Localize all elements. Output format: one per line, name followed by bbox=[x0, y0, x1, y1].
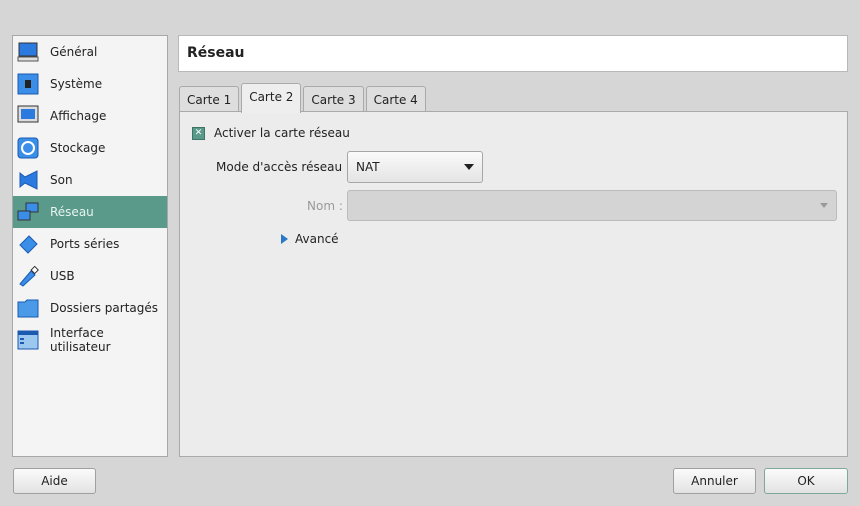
advanced-label: Avancé bbox=[295, 232, 339, 246]
mode-select[interactable]: NAT bbox=[347, 151, 483, 183]
sidebar-item-chip[interactable]: Système bbox=[13, 68, 167, 100]
sidebar-item-display[interactable]: Affichage bbox=[13, 100, 167, 132]
usb-icon bbox=[17, 265, 39, 287]
sidebar-item-monitor[interactable]: Général bbox=[13, 36, 167, 68]
cancel-button[interactable]: Annuler bbox=[673, 468, 756, 494]
sidebar-item-label: Son bbox=[50, 173, 73, 187]
speaker-icon bbox=[17, 169, 39, 191]
display-icon bbox=[17, 105, 39, 127]
window-icon bbox=[17, 329, 39, 351]
enable-adapter-label[interactable]: Activer la carte réseau bbox=[214, 126, 350, 140]
monitor-icon bbox=[17, 41, 39, 63]
tab-carte-2[interactable]: Carte 2 bbox=[241, 83, 302, 113]
sidebar-item-label: Interface utilisateur bbox=[50, 326, 111, 354]
sidebar-item-label: Ports séries bbox=[50, 237, 120, 251]
page-title: Réseau bbox=[178, 35, 848, 72]
sidebar-item-label: Stockage bbox=[50, 141, 106, 155]
sidebar-item-disk[interactable]: Stockage bbox=[13, 132, 167, 164]
adapter-tabs: Carte 1 Carte 2 Carte 3 Carte 4 bbox=[179, 83, 428, 113]
serial-port-icon bbox=[17, 233, 39, 255]
help-button[interactable]: Aide bbox=[13, 468, 96, 494]
sidebar-item-usb[interactable]: USB bbox=[13, 260, 167, 292]
mode-value: NAT bbox=[356, 160, 380, 174]
name-label: Nom : bbox=[307, 199, 343, 213]
network-icon bbox=[17, 201, 39, 223]
sidebar-item-speaker[interactable]: Son bbox=[13, 164, 167, 196]
sidebar-item-label: Dossiers partagés bbox=[50, 301, 159, 315]
name-select[interactable] bbox=[347, 190, 837, 221]
sidebar-item-window[interactable]: Interface utilisateur bbox=[13, 324, 167, 356]
tab-carte-1[interactable]: Carte 1 bbox=[179, 86, 240, 113]
sidebar-item-label: USB bbox=[50, 269, 75, 283]
sidebar-item-label: Système bbox=[50, 77, 103, 91]
sidebar-item-label: Réseau bbox=[50, 205, 94, 219]
adapter-panel: ✕ Activer la carte réseau Mode d'accès r… bbox=[179, 111, 848, 457]
chevron-down-icon bbox=[464, 164, 474, 170]
folder-icon bbox=[17, 297, 39, 319]
sidebar-item-label: Général bbox=[50, 45, 98, 59]
enable-adapter-checkbox[interactable]: ✕ bbox=[192, 127, 205, 140]
sidebar-item-serial-port[interactable]: Ports séries bbox=[13, 228, 167, 260]
mode-label: Mode d'accès réseau : bbox=[216, 160, 350, 174]
tab-carte-3[interactable]: Carte 3 bbox=[303, 86, 364, 113]
chip-icon bbox=[17, 73, 39, 95]
sidebar-item-folder[interactable]: Dossiers partagés bbox=[13, 292, 167, 324]
settings-category-list: Général Système Affichage Stockage Son Réseau… bbox=[12, 35, 168, 457]
chevron-down-icon bbox=[820, 203, 828, 208]
disk-icon bbox=[17, 137, 39, 159]
triangle-right-icon bbox=[281, 234, 288, 244]
tab-carte-4[interactable]: Carte 4 bbox=[365, 86, 426, 113]
sidebar-item-label: Affichage bbox=[50, 109, 107, 123]
ok-button[interactable]: OK bbox=[764, 468, 848, 494]
advanced-toggle[interactable]: Avancé bbox=[281, 232, 339, 246]
sidebar-item-network[interactable]: Réseau bbox=[13, 196, 167, 228]
